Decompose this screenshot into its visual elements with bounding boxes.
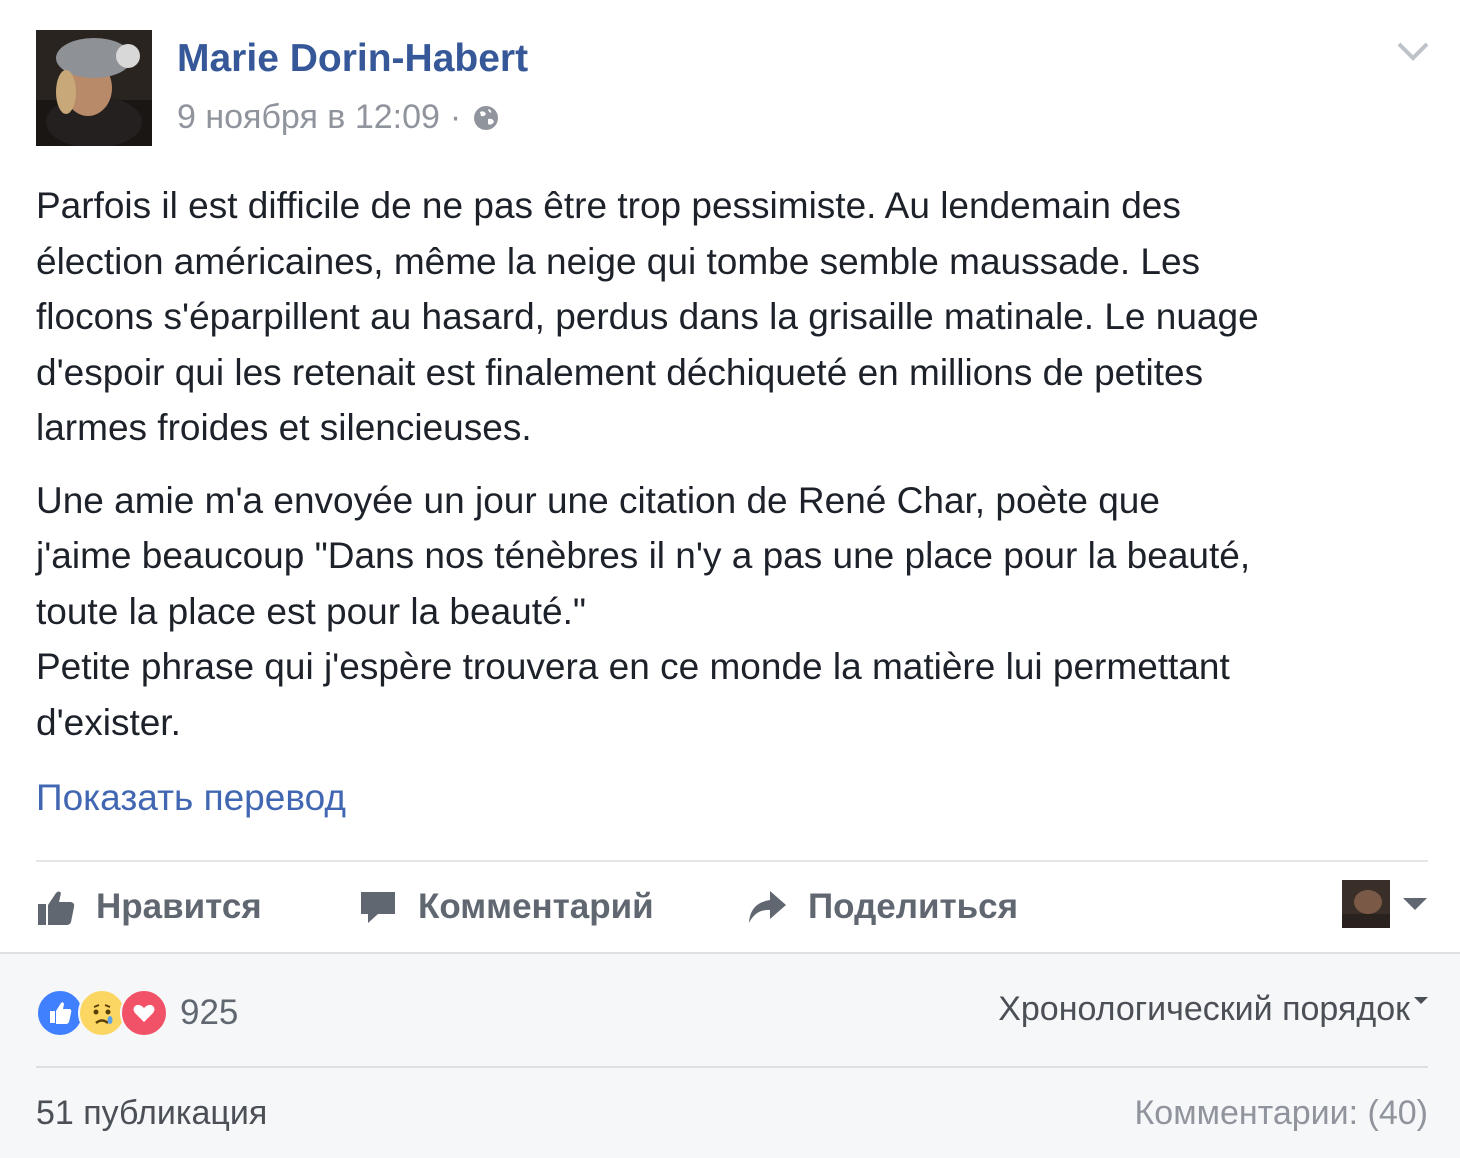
text-line: d'exister.	[36, 701, 181, 743]
text-line: Petite phrase qui j'espère trouvera en c…	[36, 646, 1230, 687]
share-arrow-icon	[749, 891, 786, 923]
author-name[interactable]: Marie Dorin-Habert	[177, 36, 528, 82]
shares-count-link[interactable]: 51 публикация	[36, 1094, 267, 1133]
action-bar: Нравится Комментарий Поделиться	[36, 872, 1428, 942]
post-as-selector[interactable]	[1342, 880, 1428, 928]
comment-sort-dropdown[interactable]: Хронологический порядок	[998, 990, 1428, 1029]
thumbs-up-icon	[38, 891, 75, 925]
caret-down-icon	[1414, 996, 1428, 1004]
share-label: Поделиться	[808, 887, 1019, 926]
text-line: toute la place est pour la beauté."	[36, 590, 587, 632]
caret-down-icon	[1403, 898, 1427, 910]
show-translation-link[interactable]: Показать перевод	[36, 770, 346, 825]
like-reaction-icon	[36, 989, 84, 1037]
post-footer: 925 Хронологический порядок 51 публикаци…	[0, 952, 1460, 1158]
text-line: Parfois il est difficile de ne pas être …	[36, 185, 1181, 226]
meta-separator: ·	[449, 97, 462, 136]
like-button[interactable]: Нравится	[36, 872, 262, 942]
post-meta: 9 ноября в 12:09 ·	[177, 96, 501, 138]
reactions-summary[interactable]: 925	[36, 988, 238, 1038]
comment-label: Комментарий	[418, 887, 654, 926]
comments-count-link[interactable]: Комментарии: (40)	[1135, 1094, 1429, 1133]
post-card: Marie Dorin-Habert 9 ноября в 12:09 · Pa…	[0, 0, 1460, 950]
post-text: Parfois il est difficile de ne pas être …	[36, 178, 1436, 750]
comment-button[interactable]: Комментарий	[358, 872, 654, 942]
text-line: larmes froides et silencieuses.	[36, 407, 532, 448]
post-timestamp[interactable]: 9 ноября в 12:09	[177, 98, 440, 137]
text-line: j'aime beaucoup "Dans nos ténèbres il n'…	[36, 535, 1251, 576]
chevron-down-icon[interactable]	[1393, 34, 1433, 70]
author-avatar[interactable]	[36, 30, 152, 146]
love-reaction-icon	[120, 989, 168, 1037]
globe-icon[interactable]	[471, 103, 501, 133]
text-line: élection américaines, même la neige qui …	[36, 240, 1201, 282]
like-label: Нравится	[96, 887, 262, 926]
text-line: d'espoir qui les retenait est finalement…	[36, 351, 1204, 393]
text-line: Une amie m'a envoyée un jour une citatio…	[36, 479, 1160, 521]
footer-divider	[36, 1066, 1428, 1068]
share-button[interactable]: Поделиться	[746, 872, 1018, 942]
text-line: flocons s'éparpillent au hasard, perdus …	[36, 296, 1259, 337]
user-avatar	[1342, 880, 1390, 928]
sad-reaction-icon	[78, 989, 126, 1037]
actions-divider	[36, 860, 1428, 862]
reaction-count: 925	[180, 993, 239, 1032]
sort-order-label: Хронологический порядок	[998, 990, 1410, 1028]
comment-bubble-icon	[361, 892, 395, 923]
